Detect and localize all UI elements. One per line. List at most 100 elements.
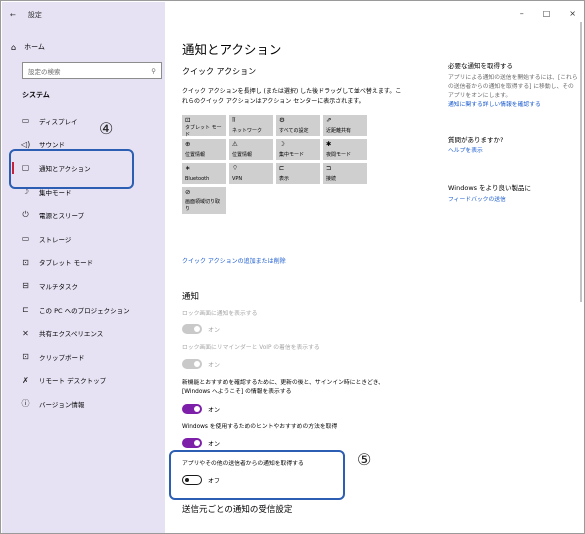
toggle-state: オン bbox=[208, 406, 221, 414]
quick-action-tile[interactable]: ⚠ 位置情報 bbox=[229, 139, 273, 160]
quick-action-label: 集中モード bbox=[279, 152, 305, 158]
edit-quick-actions-link[interactable]: クイック アクションの追加または削除 bbox=[182, 256, 286, 265]
toggle-switch[interactable] bbox=[182, 404, 202, 414]
clipboard-icon: ⊡ bbox=[22, 352, 29, 362]
scrollbar[interactable] bbox=[580, 22, 582, 302]
welcome-toggle[interactable]: オン bbox=[182, 404, 220, 414]
quick-action-icon: ⫪ bbox=[232, 116, 236, 124]
sidebar-item[interactable]: ✕ 共有エクスペリエンス bbox=[2, 321, 165, 345]
multitask-icon: ⊟ bbox=[22, 281, 29, 291]
quick-action-label: 近距離共有 bbox=[326, 128, 352, 134]
tablet-icon: ⊡ bbox=[22, 257, 29, 267]
home-icon: ⌂ bbox=[11, 42, 17, 52]
minimize-icon[interactable]: – bbox=[520, 9, 524, 18]
option-reminders-label: ロック画面にリマインダーと VoIP の着信を表示する bbox=[182, 345, 320, 351]
sidebar-item[interactable]: ⊡ タブレット モード bbox=[2, 251, 165, 275]
quick-action-tile[interactable]: ∗ Bluetooth bbox=[182, 163, 226, 184]
quick-actions-description: クイック アクションを長押し (または選択) した後ドラッグして並べ替えます。こ… bbox=[182, 88, 402, 105]
quick-actions-title: クイック アクション bbox=[182, 67, 257, 76]
power-icon: ⏻ bbox=[22, 210, 29, 220]
quick-action-label: 夜間モード bbox=[326, 152, 352, 158]
right-section2-title: 質問がありますか? bbox=[448, 136, 504, 144]
quick-action-label: 位置情報 bbox=[232, 152, 253, 158]
quick-action-icon: ⊏ bbox=[279, 164, 285, 172]
quick-action-tile[interactable]: ⊐ 接続 bbox=[323, 163, 367, 184]
sound-icon: ◁) bbox=[21, 139, 31, 149]
toggle-state: オン bbox=[208, 326, 221, 334]
sidebar-item-label: リモート デスクトップ bbox=[39, 377, 107, 386]
quick-action-tile[interactable]: ⌔ VPN bbox=[229, 163, 273, 184]
quick-action-tile[interactable]: ⚙ すべての設定 bbox=[276, 115, 320, 136]
storage-icon: ▭ bbox=[21, 234, 30, 244]
help-link[interactable]: ヘルプを表示 bbox=[448, 147, 578, 156]
right-section1-desc: アプリによる通知の送信を開始するには、[これらの送信者からの通知を取得する] に… bbox=[448, 75, 578, 99]
quick-action-tile[interactable]: ☽ 集中モード bbox=[276, 139, 320, 160]
sidebar-item-label: 共有エクスペリエンス bbox=[39, 330, 104, 339]
quick-action-tile[interactable]: ⊘ 画面領域切り取り bbox=[182, 187, 226, 214]
sidebar-item[interactable]: ⏻ 電源とスリープ bbox=[2, 203, 165, 227]
display-icon: ▭ bbox=[21, 116, 30, 126]
sidebar-item[interactable]: ▭ ディスプレイ bbox=[2, 109, 165, 133]
toggle-switch[interactable] bbox=[182, 324, 202, 334]
per-sender-title: 送信元ごとの通知の受信設定 bbox=[182, 505, 293, 515]
search-input[interactable]: 設定の検索 ⚲ bbox=[22, 62, 162, 79]
sidebar-item-label: サウンド bbox=[39, 141, 65, 150]
quick-action-tile[interactable]: ⊡ タブレット モード bbox=[182, 115, 226, 138]
quick-action-icon: ⊕ bbox=[185, 140, 191, 148]
quick-action-tile[interactable]: ⇗ 近距離共有 bbox=[323, 115, 367, 136]
right-section1-link[interactable]: 通知に関する詳しい情報を確認する bbox=[448, 101, 578, 110]
sidebar-item[interactable]: ▭ ストレージ bbox=[2, 227, 165, 251]
titlebar-left: ← 設定 bbox=[10, 10, 42, 20]
sidebar-item[interactable]: ✗ リモート デスクトップ bbox=[2, 369, 165, 393]
lock-screen-toggle[interactable]: オン bbox=[182, 324, 220, 334]
sidebar-item[interactable]: ⊟ マルチタスク bbox=[2, 274, 165, 298]
quick-action-label: Bluetooth bbox=[185, 176, 210, 182]
reminders-toggle[interactable]: オン bbox=[182, 359, 220, 369]
quick-action-tile[interactable]: ⊕ 位置情報 bbox=[182, 139, 226, 160]
settings-window: ← 設定 ⌂ ホーム 設定の検索 ⚲ システム ▭ ディスプレイ ◁) サウンド ▢ 通知… bbox=[0, 0, 585, 534]
quick-action-label: 表示 bbox=[279, 176, 290, 182]
quick-action-tile[interactable]: ⊏ 表示 bbox=[276, 163, 320, 184]
quick-action-icon: ☽ bbox=[279, 140, 285, 148]
quick-action-tile[interactable]: ⫪ ネットワーク bbox=[229, 115, 273, 136]
sidebar-item-label: クリップボード bbox=[39, 353, 85, 362]
sidebar-item[interactable]: ⊏ この PC へのプロジェクション bbox=[2, 298, 165, 322]
toggle-switch[interactable] bbox=[182, 438, 202, 448]
annotation-marker-4: ④ bbox=[99, 119, 114, 138]
sidebar-item-label: ストレージ bbox=[39, 235, 72, 244]
sidebar-item[interactable]: ⓘ バージョン情報 bbox=[2, 392, 165, 416]
tips-toggle[interactable]: オン bbox=[182, 438, 220, 448]
sidebar-item[interactable]: ⊡ クリップボード bbox=[2, 345, 165, 369]
option-lock-screen-label: ロック画面に通知を表示する bbox=[182, 311, 258, 317]
page-title: 通知とアクション bbox=[182, 42, 282, 57]
sidebar-item-label: バージョン情報 bbox=[39, 400, 85, 409]
quick-action-icon: ⇗ bbox=[326, 116, 332, 124]
shared-icon: ✕ bbox=[22, 328, 29, 338]
sidebar-section-title: システム bbox=[22, 91, 50, 99]
toggle-state: オン bbox=[208, 440, 221, 448]
option-tips-label: Windows を使用するためのヒントやおすすめの方法を取得 bbox=[182, 424, 338, 430]
sidebar-item-label: 電源とスリープ bbox=[39, 212, 85, 221]
right-section3-title: Windows をより良い製品に bbox=[448, 184, 531, 192]
quick-action-label: タブレット モード bbox=[185, 125, 222, 138]
toggle-switch[interactable] bbox=[182, 359, 202, 369]
annotation-box-4 bbox=[9, 149, 134, 189]
quick-action-icon: ⊘ bbox=[185, 188, 191, 196]
back-arrow-icon[interactable]: ← bbox=[10, 11, 16, 19]
info-icon: ⓘ bbox=[21, 399, 30, 409]
search-icon: ⚲ bbox=[151, 66, 156, 75]
close-icon[interactable]: × bbox=[569, 9, 576, 18]
quick-action-tile[interactable]: ✱ 夜間モード bbox=[323, 139, 367, 160]
quick-action-icon: ⊐ bbox=[326, 164, 332, 172]
feedback-link[interactable]: フィードバックの送信 bbox=[448, 196, 578, 205]
sidebar-item-label: マルチタスク bbox=[39, 282, 78, 291]
quick-action-label: 接続 bbox=[326, 176, 337, 182]
toggle-state: オン bbox=[208, 361, 221, 369]
quick-action-icon: ∗ bbox=[185, 164, 191, 172]
maximize-icon[interactable]: □ bbox=[543, 9, 551, 18]
search-placeholder: 設定の検索 bbox=[28, 67, 61, 76]
right-panel: 必要な通知を取得する アプリによる通知の送信を開始するには、[これらの送信者から… bbox=[448, 62, 578, 205]
sidebar-item-home[interactable]: ⌂ ホーム bbox=[11, 42, 45, 52]
quick-action-label: VPN bbox=[232, 176, 243, 182]
quick-action-icon: ⊡ bbox=[185, 116, 191, 124]
